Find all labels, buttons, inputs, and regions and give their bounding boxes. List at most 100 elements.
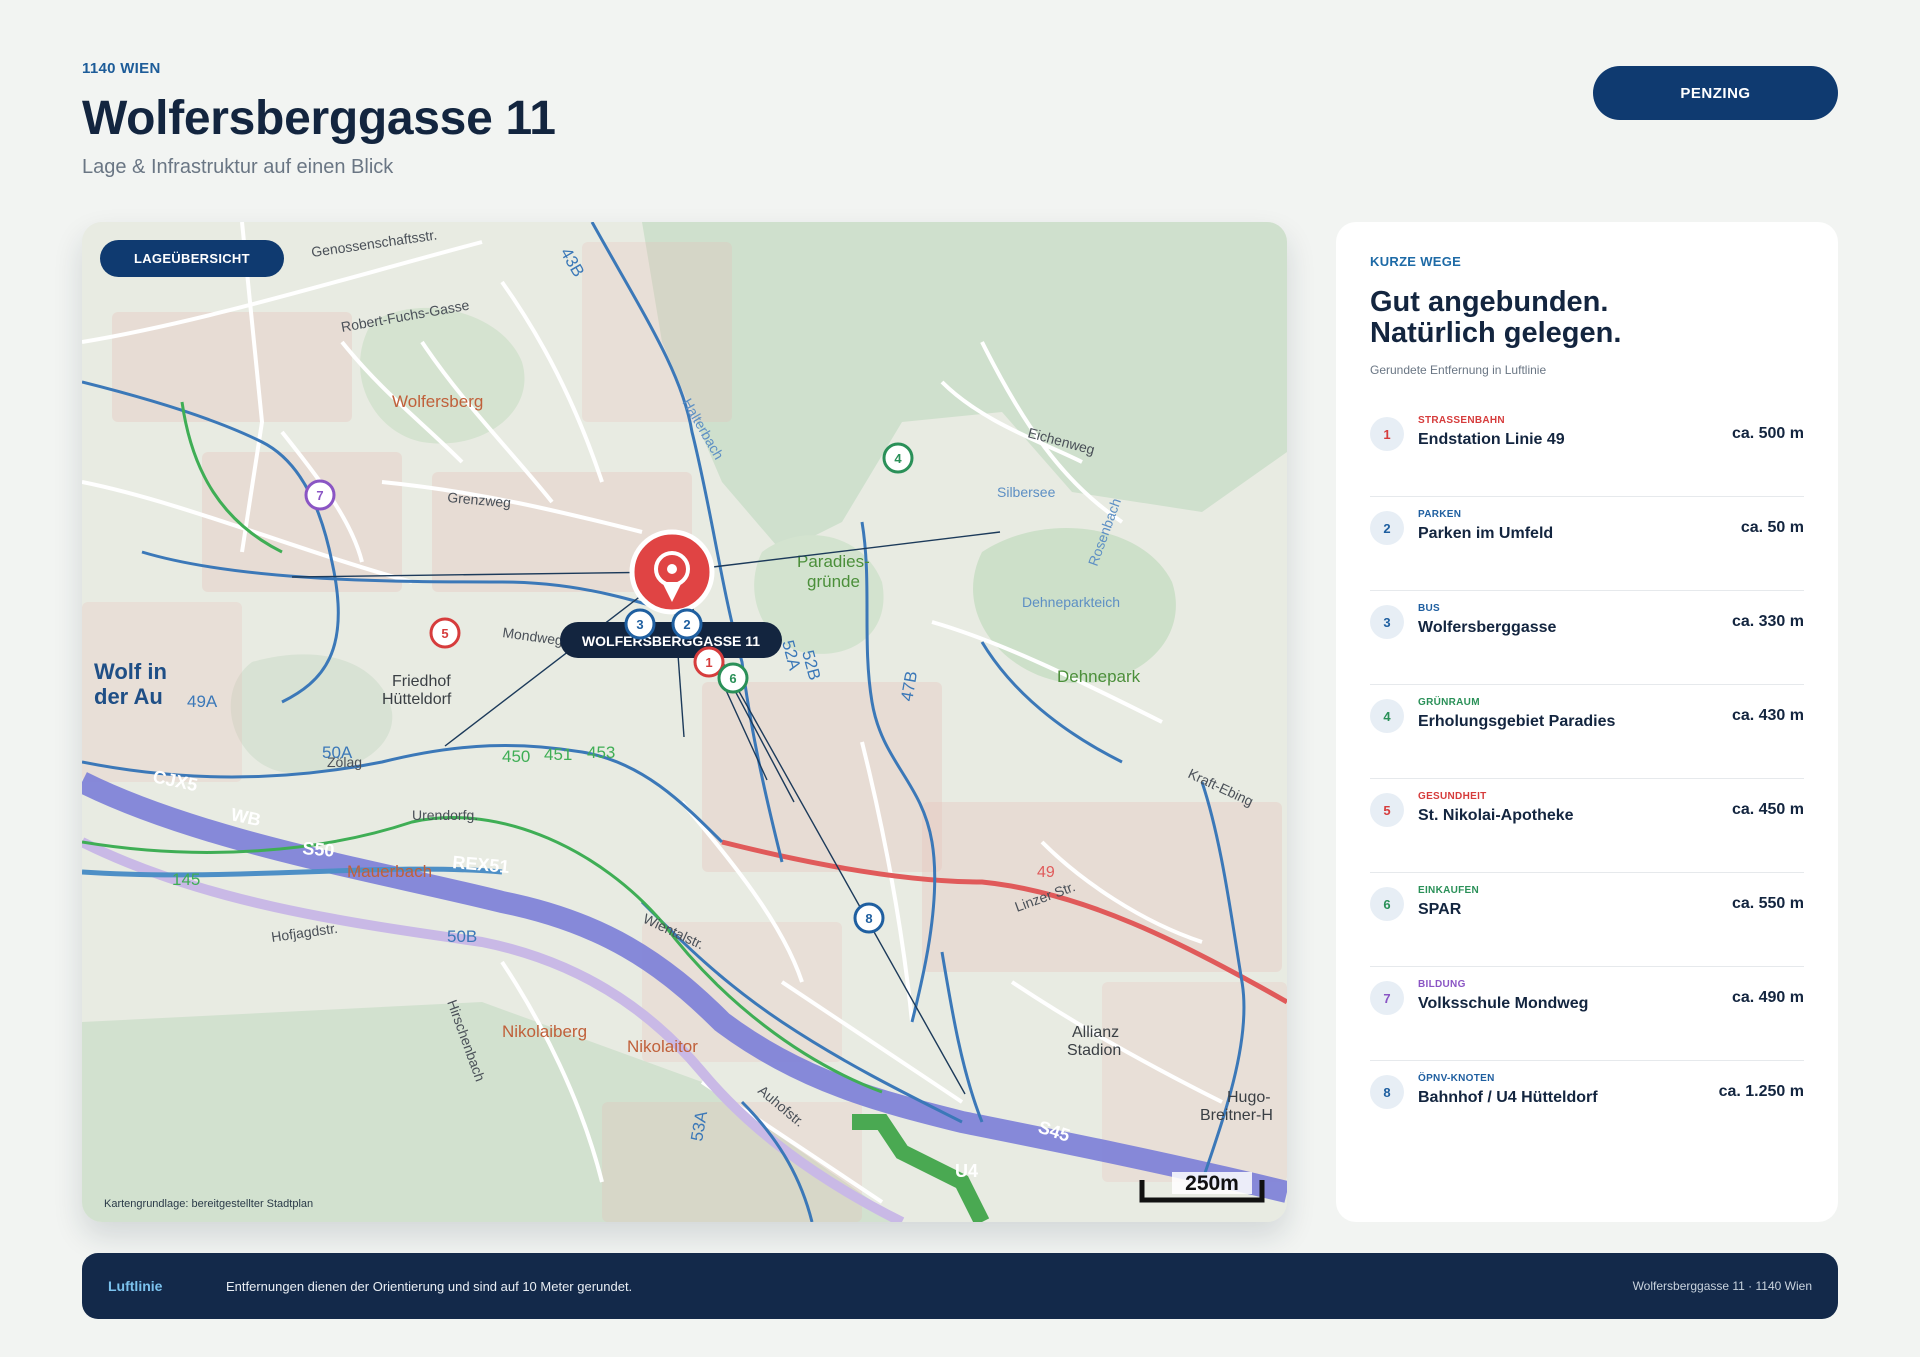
poi-distance: ca. 500 m	[1731, 425, 1804, 442]
route-label-u4: U4	[955, 1161, 978, 1181]
poi-name: Parken im Umfeld	[1418, 525, 1554, 542]
label-wolf-1: Wolf in	[94, 659, 167, 684]
poi-list-item[interactable]: 2 PARKEN Parken im Umfeld ca. 50 m	[1370, 497, 1804, 591]
poi-list-item[interactable]: 5 GESUNDHEIT St. Nikolai-Apotheke ca. 45…	[1370, 779, 1804, 873]
tram-labels: 49	[1037, 864, 1055, 881]
footer-note: Entfernungen dienen der Orientierung und…	[226, 1278, 633, 1294]
panel-title: Gut angebunden. Natürlich gelegen.	[1370, 287, 1804, 349]
poi-marker-label: 6	[729, 671, 736, 686]
poi-marker-8[interactable]: 8	[853, 902, 885, 934]
footer-address: Wolfersberggasse 11 · 1140 Wien	[1632, 1279, 1812, 1293]
route-label-145: 145	[172, 870, 200, 889]
poi-list-item[interactable]: 7 BILDUNG Volksschule Mondweg ca. 490 m	[1370, 967, 1804, 1061]
poi-list-item[interactable]: 6 EINKAUFEN SPAR ca. 550 m	[1370, 873, 1804, 967]
page-subtitle: Lage & Infrastruktur auf einen Blick	[82, 156, 394, 178]
label-paradies-2: gründe	[807, 572, 860, 591]
address-label-badge: WOLFERSBERGGASSE 11	[560, 622, 782, 658]
poi-category: GRÜNRAUM	[1418, 697, 1480, 708]
route-label-453: 453	[587, 743, 615, 762]
poi-marker-7[interactable]: 7	[304, 479, 336, 511]
label-friedhof-2: Hütteldorf	[382, 691, 452, 708]
address-label-text: WOLFERSBERGGASSE 11	[582, 633, 760, 649]
poi-category: EINKAUFEN	[1418, 885, 1480, 896]
poi-category: STRASSENBAHN	[1418, 415, 1505, 426]
footer-bar: Luftlinie Entfernungen dienen der Orient…	[82, 1253, 1838, 1319]
poi-list-item[interactable]: 8 ÖPNV-KNOTEN Bahnhof / U4 Hütteldorf ca…	[1370, 1061, 1804, 1155]
poi-marker-5[interactable]: 5	[429, 617, 461, 649]
poi-name: Endstation Linie 49	[1418, 431, 1565, 448]
footer-tag: Luftlinie	[108, 1278, 163, 1294]
route-label-451: 451	[544, 745, 572, 764]
label-wolfersberg: Wolfersberg	[392, 392, 483, 411]
poi-distance: ca. 50 m	[1740, 519, 1804, 536]
route-label-50b: 50B	[447, 927, 477, 946]
distance-panel: KURZE WEGE Gut angebunden. Natürlich gel…	[1336, 222, 1838, 1222]
poi-marker-label: 4	[894, 451, 902, 466]
poi-marker-6[interactable]: 6	[717, 662, 749, 694]
map-card[interactable]: Wolfersberg Nikolaiberg Nikolaitor Mauer…	[82, 222, 1287, 1222]
poi-name: Erholungsgebiet Paradies	[1418, 713, 1616, 730]
poi-number-badge: 2	[1370, 511, 1404, 545]
route-label-49: 49	[1037, 864, 1055, 881]
route-label-450: 450	[502, 747, 530, 766]
poi-name: SPAR	[1418, 901, 1462, 918]
poi-category: BUS	[1418, 603, 1441, 614]
poi-list-item[interactable]: 1 STRASSENBAHN Endstation Linie 49 ca. 5…	[1370, 403, 1804, 497]
label-dehneparkteich: Dehneparkteich	[1022, 594, 1120, 610]
poi-distance: ca. 330 m	[1731, 613, 1804, 630]
district-eyebrow: 1140 WIEN	[82, 60, 161, 77]
poi-category: ÖPNV-KNOTEN	[1418, 1073, 1495, 1084]
poi-distance: ca. 550 m	[1731, 895, 1804, 912]
poi-marker-label: 2	[683, 617, 690, 632]
poi-distance: ca. 430 m	[1731, 707, 1804, 724]
route-label-50a: 50A	[322, 743, 353, 762]
label-hugo-1: Hugo-	[1227, 1089, 1271, 1106]
label-mauerbach: Mauerbach	[347, 862, 432, 881]
poi-number-badge: 1	[1370, 417, 1404, 451]
poi-marker-2[interactable]: 2	[671, 608, 703, 640]
poi-list-item[interactable]: 3 BUS Wolfersberggasse ca. 330 m	[1370, 591, 1804, 685]
poi-marker-label: 3	[636, 617, 643, 632]
district-button[interactable]: PENZING	[1593, 66, 1838, 120]
poi-name: Wolfersberggasse	[1418, 619, 1557, 636]
panel-note: Gerundete Entfernung in Luftlinie	[1370, 363, 1547, 377]
poi-number-badge: 8	[1370, 1075, 1404, 1109]
label-allianz-2: Stadion	[1067, 1042, 1121, 1059]
label-nikolaitor: Nikolaitor	[627, 1037, 698, 1056]
poi-number-badge: 7	[1370, 981, 1404, 1015]
label-dehnepark: Dehnepark	[1057, 667, 1141, 686]
poi-list-item[interactable]: 4 GRÜNRAUM Erholungsgebiet Paradies ca. …	[1370, 685, 1804, 779]
panel-title-line-2: Natürlich gelegen.	[1370, 317, 1622, 349]
address-pin[interactable]	[629, 529, 715, 615]
poi-number-badge: 4	[1370, 699, 1404, 733]
map-canvas[interactable]: Wolfersberg Nikolaiberg Nikolaitor Mauer…	[82, 222, 1287, 1222]
place-labels-area: Wolf in der Au	[94, 659, 167, 709]
poi-marker-label: 8	[865, 911, 872, 926]
poi-number-badge: 3	[1370, 605, 1404, 639]
route-label-s50: S50	[302, 838, 336, 861]
label-silbersee: Silbersee	[997, 484, 1056, 500]
poi-distance: ca. 450 m	[1731, 801, 1804, 818]
scale-bar-label: 250m	[1185, 1172, 1239, 1195]
poi-marker-3[interactable]: 3	[624, 608, 656, 640]
panel-title-line-1: Gut angebunden.	[1370, 286, 1609, 318]
poi-category: GESUNDHEIT	[1418, 791, 1487, 802]
label-friedhof-1: Friedhof	[392, 673, 451, 690]
panel-eyebrow: KURZE WEGE	[1370, 254, 1462, 269]
poi-marker-label: 5	[441, 626, 448, 641]
page-header: 1140 WIEN Wolfersberggasse 11 Lage & Inf…	[82, 60, 556, 179]
poi-list: 1 STRASSENBAHN Endstation Linie 49 ca. 5…	[1370, 403, 1804, 1155]
poi-marker-4[interactable]: 4	[882, 442, 914, 474]
label-wolf-2: der Au	[94, 684, 163, 709]
map-overview-chip: LAGEÜBERSICHT	[100, 240, 284, 277]
poi-name: St. Nikolai-Apotheke	[1418, 807, 1574, 824]
poi-name: Volksschule Mondweg	[1418, 995, 1589, 1012]
page-title: Wolfersberggasse 11	[82, 92, 556, 145]
label-hugo-2: Breitner-H	[1200, 1107, 1273, 1124]
poi-distance: ca. 1.250 m	[1718, 1083, 1804, 1100]
poi-number-badge: 6	[1370, 887, 1404, 921]
map-credit: Kartengrundlage: bereitgestellter Stadtp…	[104, 1198, 314, 1210]
poi-name: Bahnhof / U4 Hütteldorf	[1418, 1089, 1598, 1106]
poi-category: BILDUNG	[1418, 979, 1466, 990]
label-urendorfg: Urendorfg.	[412, 807, 478, 823]
